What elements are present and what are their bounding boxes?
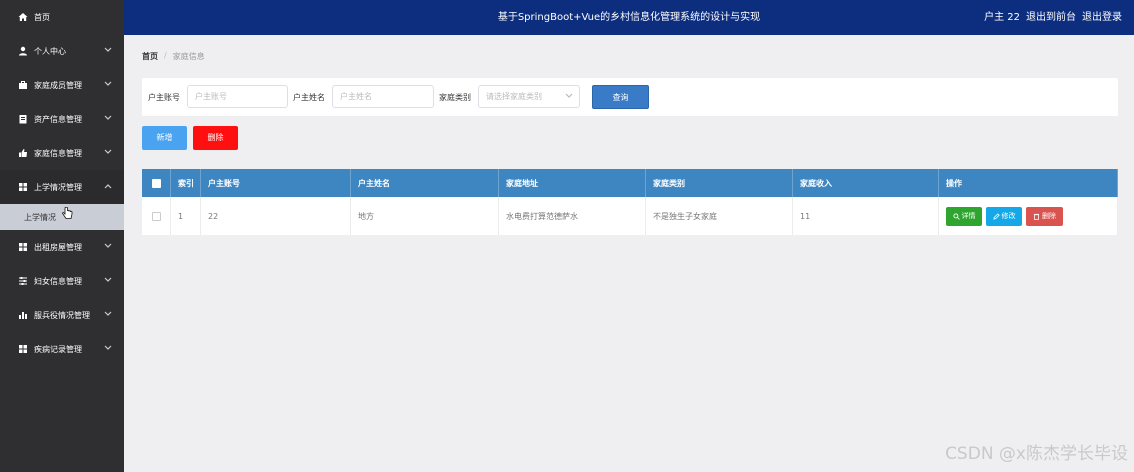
query-button[interactable]: 查询 [592,85,649,109]
account-label: 户主账号 [148,93,180,102]
sidebar-item-label: 个人中心 [34,46,66,56]
sidebar-item-home[interactable]: 首页 [0,0,124,34]
sidebar-item-label: 家庭信息管理 [34,148,82,158]
sidebar-item-family-info[interactable]: 家庭信息管理 [0,136,124,170]
delete-row-button[interactable]: 删除 [1026,206,1063,226]
sidebar-item-rental-housing[interactable]: 出租房屋管理 [0,230,124,264]
column-header-income: 家庭收入 [793,169,939,197]
edit-button[interactable]: 修改 [986,206,1022,226]
chevron-down-icon [104,80,112,89]
cell-name: 地方 [351,197,499,235]
detail-button-label: 详情 [961,212,976,220]
chevron-down-icon [104,276,112,285]
sidebar-item-family-members[interactable]: 家庭成员管理 [0,68,124,102]
grid-icon [18,242,28,252]
cell-address: 水电费打算范德萨水 [499,197,646,235]
system-title: 基于SpringBoot+Vue的乡村信息化管理系统的设计与实现 [497,12,761,23]
batch-delete-button[interactable]: 删除 [193,126,238,150]
sidebar-item-label: 出租房屋管理 [34,242,82,252]
table-header: 索引 户主账号 户主姓名 家庭地址 家庭类别 家庭收入 操作 [142,169,1118,197]
briefcase-icon [18,80,28,90]
type-select[interactable]: 请选择家庭类别 [478,85,580,108]
sidebar-item-disease-records[interactable]: 疾病记录管理 [0,332,124,366]
column-header-address: 家庭地址 [499,169,646,197]
user-icon [18,46,28,56]
type-select-placeholder: 请选择家庭类别 [486,92,542,101]
header-user-area: 户主 22 退出到前台 退出登录 [984,0,1122,35]
family-info-table: 索引 户主账号 户主姓名 家庭地址 家庭类别 家庭收入 操作 1 22 地方 水… [142,169,1118,235]
sidebar-subitem-schooling[interactable]: 上学情况 [0,204,124,230]
sidebar-item-schooling[interactable]: 上学情况管理 [0,170,124,204]
back-to-front-link[interactable]: 退出到前台 [1026,0,1076,35]
column-header-index: 索引 [171,169,201,197]
sidebar-subitem-label: 上学情况 [24,212,56,222]
search-panel: 户主账号 户主账号 户主姓名 户主姓名 家庭类别 请选择家庭类别 查询 [142,78,1118,116]
chevron-up-icon [104,182,112,191]
chevron-down-icon [104,114,112,123]
sidebar-item-label: 首页 [34,12,50,22]
breadcrumb-current: 家庭信息 [172,52,205,61]
sidebar-item-label: 家庭成员管理 [34,80,82,90]
home-icon [18,12,28,22]
cell-income: 11 [793,197,939,235]
breadcrumb-separator: / [164,51,167,60]
hand-cursor-icon [62,206,73,222]
sliders-icon [18,276,28,286]
sidebar: 首页 个人中心 家庭成员管理 资产信息管理 家庭信息管理 上学情况管理 上学情况… [0,0,124,472]
current-user: 户主 22 [984,12,1020,23]
select-all-checkbox[interactable] [151,178,161,188]
grid-icon [18,344,28,354]
column-header-account: 户主账号 [201,169,351,197]
trash-icon [1033,213,1040,220]
name-input[interactable]: 户主姓名 [332,85,434,108]
name-label: 户主姓名 [293,93,325,102]
column-header-actions: 操作 [939,169,1118,197]
pencil-icon [992,212,1000,220]
chevron-down-icon [104,310,112,319]
sidebar-item-label: 上学情况管理 [34,182,82,192]
detail-button[interactable]: 详情 [946,206,982,226]
cell-index: 1 [171,197,201,235]
select-all-cell [142,169,171,197]
sidebar-item-assets[interactable]: 资产信息管理 [0,102,124,136]
chevron-down-icon [104,344,112,353]
type-label: 家庭类别 [439,93,471,102]
cell-type: 不是独生子女家庭 [646,197,793,235]
cell-account: 22 [201,197,351,235]
top-header: 基于SpringBoot+Vue的乡村信息化管理系统的设计与实现 户主 22 退… [124,0,1134,35]
chevron-down-icon [565,86,573,107]
breadcrumb: 首页 / 家庭信息 [142,51,205,62]
cell-actions: 详情 修改 删除 [939,197,1118,235]
account-input[interactable]: 户主账号 [187,85,288,108]
table-row: 1 22 地方 水电费打算范德萨水 不是独生子女家庭 11 详情 修改 删除 [142,197,1118,235]
sidebar-item-military-service[interactable]: 服兵役情况管理 [0,298,124,332]
column-header-type: 家庭类别 [646,169,793,197]
chevron-down-icon [104,148,112,157]
sidebar-item-label: 妇女信息管理 [34,276,82,286]
search-icon [952,212,960,220]
bar-chart-icon [18,310,28,320]
edit-button-label: 修改 [1001,212,1016,220]
chevron-down-icon [104,242,112,251]
column-header-name: 户主姓名 [351,169,499,197]
document-icon [18,114,28,124]
row-select-cell [142,197,171,235]
sidebar-item-profile[interactable]: 个人中心 [0,34,124,68]
breadcrumb-home[interactable]: 首页 [142,51,158,62]
grid-icon [18,182,28,192]
thumb-icon [18,148,28,158]
sidebar-item-label: 资产信息管理 [34,114,82,124]
delete-row-button-label: 删除 [1042,212,1056,220]
logout-link[interactable]: 退出登录 [1082,0,1122,35]
row-checkbox[interactable] [151,211,161,221]
add-button[interactable]: 新增 [142,126,187,150]
sidebar-item-women-info[interactable]: 妇女信息管理 [0,264,124,298]
chevron-down-icon [104,46,112,55]
sidebar-item-label: 服兵役情况管理 [34,310,90,320]
watermark: CSDN @x陈杰学长毕设 [945,444,1128,464]
sidebar-item-label: 疾病记录管理 [34,344,82,354]
